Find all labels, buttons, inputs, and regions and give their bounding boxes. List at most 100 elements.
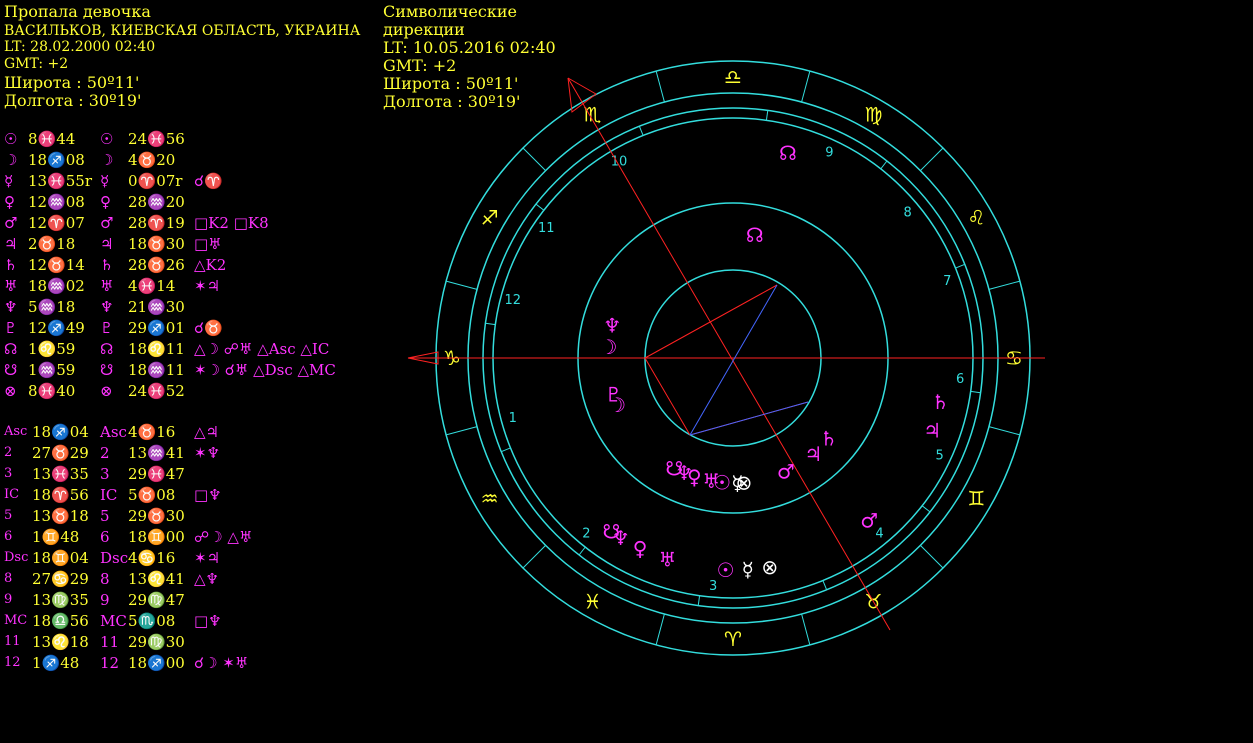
house-dir-label: 5 (100, 507, 110, 525)
house-cusp (822, 580, 828, 590)
planet-aspects: □K2 □K8 (194, 214, 269, 232)
planet-natal: 12♐49 (28, 319, 85, 337)
planet-natal: 12♒08 (28, 193, 85, 211)
zodiac-divider (920, 147, 944, 171)
planet-direction: 18♉30 (128, 235, 185, 253)
house-direction: 4♉16 (128, 423, 176, 441)
outer-planet: ♂ (860, 508, 878, 532)
planet-symbol: ♇ (4, 319, 18, 337)
zodiac-divider (655, 613, 665, 646)
house-number: 11 (538, 221, 555, 236)
planet-aspects: □♅ (194, 235, 222, 253)
aspect-line (689, 401, 809, 436)
planet-dir-symbol: ☽ (100, 151, 114, 169)
planet-natal: 1♒59 (28, 361, 76, 379)
house-number: 12 (504, 293, 521, 308)
natal-title: Пропала девочка (4, 2, 151, 21)
planet-dir-symbol: ♅ (100, 277, 114, 295)
planet-natal: 2♉18 (28, 235, 76, 253)
inner-planet: ☋ (665, 456, 683, 480)
zodiac-sign: ♈ (724, 627, 742, 651)
inner-planet: ♄ (820, 426, 838, 450)
house-direction: 5♏08 (128, 612, 176, 630)
inner-planet: ♆ (603, 314, 621, 338)
natal-longitude: Долгота : 30º19' (4, 91, 142, 110)
outer-planet: ♃ (923, 419, 941, 443)
house-label: 11 (4, 634, 21, 649)
zodiac-sign: ♓ (584, 589, 602, 613)
planet-direction: 4♉20 (128, 151, 176, 169)
planet-symbol: ⊗ (4, 382, 17, 400)
outer-planet: ☋ (603, 520, 621, 544)
zodiac-divider (801, 70, 811, 103)
planet-natal: 12♈07 (28, 214, 85, 232)
planet-direction: 28♈19 (128, 214, 185, 232)
house-label: 3 (4, 466, 13, 481)
house-aspects: △♃ (194, 423, 219, 441)
planet-aspects: ✶☽ ☌♅ △Dsc △MC (194, 361, 336, 379)
house-cusp (921, 505, 931, 513)
zodiac-divider (445, 426, 478, 436)
house-aspects: ☌☽ ✶♅ (194, 654, 249, 672)
planet-direction: 24♓56 (128, 130, 185, 148)
house-dir-label: 2 (100, 444, 110, 462)
planet-direction: 0♈07r (128, 172, 183, 190)
house-dir-label: 9 (100, 591, 110, 609)
planet-dir-symbol: ☿ (100, 172, 110, 190)
outer-planet: ♀ (633, 537, 648, 561)
house-direction: 29♉30 (128, 507, 185, 525)
outer-planet: ☊ (779, 141, 797, 165)
planet-direction: 18♌11 (128, 340, 185, 358)
planet-direction: 28♉26 (128, 256, 185, 274)
planet-dir-symbol: ♇ (100, 319, 114, 337)
planet-aspects: ☌♈ (194, 172, 223, 190)
house-label: 2 (4, 445, 13, 460)
house-number: 10 (611, 155, 628, 170)
zodiac-sign: ♌ (967, 206, 985, 230)
planet-direction: 24♓52 (128, 382, 185, 400)
house-number: 6 (956, 372, 964, 387)
house-label: 5 (4, 508, 13, 523)
house-label: 6 (4, 529, 13, 544)
house-label: IC (4, 487, 20, 502)
house-direction: 29♍47 (128, 591, 185, 609)
planet-natal: 5♒18 (28, 298, 76, 316)
house-label: MC (4, 613, 28, 628)
house-natal: 18♎56 (32, 612, 89, 630)
house-number: 5 (935, 448, 943, 463)
outer-planet: ♄ (931, 390, 949, 414)
house-direction: 29♓47 (128, 465, 185, 483)
house-cusp (535, 203, 545, 211)
planet-direction: 28♒20 (128, 193, 185, 211)
inner-planet: ☉ (713, 471, 731, 495)
aspect-line (689, 284, 778, 436)
house-number: 2 (582, 527, 590, 542)
planet-aspects: △☽ ☍♅ △Asc △IC (194, 340, 330, 358)
house-dir-label: MC (100, 612, 127, 630)
house-dir-label: 11 (100, 633, 120, 651)
planet-symbol: ♆ (4, 298, 18, 316)
planet-dir-symbol: ♃ (100, 235, 114, 253)
planet-symbol: ☊ (4, 340, 18, 358)
planets-table: ☉ 8♓44 ☉ 24♓56 ☽ 18♐08 ☽ 4♉20 ☿ 13♓55r ☿ 0♈07r ☌♈ … (4, 132, 364, 402)
house-cusp (765, 110, 769, 121)
planet-natal: 8♓40 (28, 382, 76, 400)
zodiac-divider (655, 70, 665, 103)
planet-symbol: ☉ (4, 130, 18, 148)
house-label: Dsc (4, 550, 29, 565)
house-dir-label: 6 (100, 528, 110, 546)
zodiac-divider (801, 613, 811, 646)
house-number: 9 (825, 145, 833, 160)
natal-gmt: GMT: +2 (4, 56, 69, 72)
planet-direction: 21♒30 (128, 298, 185, 316)
house-label: Asc (4, 424, 28, 439)
house-dir-label: 12 (100, 654, 120, 672)
house-aspects: □♆ (194, 486, 222, 504)
house-direction: 18♐00 (128, 654, 185, 672)
house-cusp (578, 546, 586, 556)
inner-planet: ♂ (777, 459, 795, 483)
house-natal: 13♉18 (32, 507, 89, 525)
outer-planet: ☉ (717, 558, 735, 582)
planet-natal: 1♌59 (28, 340, 76, 358)
planet-dir-symbol: ⊗ (100, 382, 113, 400)
